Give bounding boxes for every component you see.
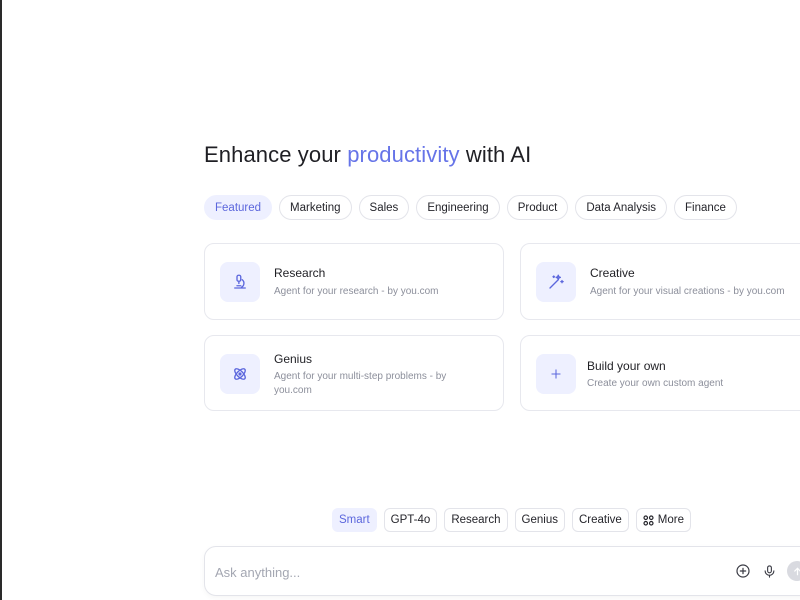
page: Enhance your productivity with AI Featur… (0, 0, 800, 600)
category-tabs: Featured Marketing Sales Engineering Pro… (204, 195, 737, 220)
tab-sales[interactable]: Sales (358, 195, 410, 220)
mode-selector: Smart GPT-4o Research Genius Creative Mo… (332, 508, 691, 532)
plus-icon (536, 354, 576, 394)
microscope-icon (220, 262, 260, 302)
tab-engineering[interactable]: Engineering (416, 195, 500, 220)
tab-finance[interactable]: Finance (674, 195, 737, 220)
title-suffix: with AI (459, 142, 532, 167)
send-button[interactable] (787, 561, 800, 581)
mode-genius[interactable]: Genius (514, 508, 565, 532)
agent-card-research[interactable]: Research Agent for your research - by yo… (204, 243, 504, 320)
agent-description: Create your own custom agent (587, 378, 724, 389)
agent-card-build-your-own[interactable]: Build your own Create your own custom ag… (520, 335, 800, 411)
title-prefix: Enhance your (204, 142, 348, 167)
mode-creative[interactable]: Creative (571, 508, 629, 532)
agent-description: Agent for your multi-step problems - by … (274, 371, 447, 396)
magic-wand-icon (536, 262, 576, 302)
agent-card-genius[interactable]: Genius Agent for your multi-step problem… (204, 335, 504, 411)
voice-input-button[interactable] (759, 561, 779, 581)
ask-box (204, 546, 800, 596)
tab-featured[interactable]: Featured (204, 195, 273, 220)
microphone-icon (764, 564, 774, 578)
mode-more-button[interactable]: More (635, 508, 691, 532)
agent-title: Creative (590, 266, 635, 280)
mode-more-label: More (657, 514, 684, 526)
window-edge (0, 0, 2, 600)
atom-icon (220, 354, 260, 394)
tab-product[interactable]: Product (506, 195, 569, 220)
mode-smart[interactable]: Smart (332, 508, 377, 532)
add-attachment-button[interactable] (733, 561, 753, 581)
agent-description: Agent for your visual creations - by you… (590, 286, 785, 297)
tab-data-analysis[interactable]: Data Analysis (575, 195, 668, 220)
agent-card-creative[interactable]: Creative Agent for your visual creations… (520, 243, 800, 320)
plus-circle-icon (736, 564, 750, 578)
agent-title: Genius (274, 352, 313, 366)
title-accent: productivity (347, 142, 460, 167)
mode-gpt-4o[interactable]: GPT-4o (383, 508, 438, 532)
grid-icon (643, 514, 654, 526)
arrow-up-icon (793, 567, 800, 575)
agent-title: Research (274, 266, 326, 280)
tab-marketing[interactable]: Marketing (279, 195, 352, 220)
ask-input[interactable] (213, 559, 717, 585)
page-title: Enhance your productivity with AI (204, 142, 531, 168)
mode-research[interactable]: Research (444, 508, 508, 532)
agent-title: Build your own (587, 359, 666, 373)
agent-description: Agent for your research - by you.com (274, 286, 439, 297)
